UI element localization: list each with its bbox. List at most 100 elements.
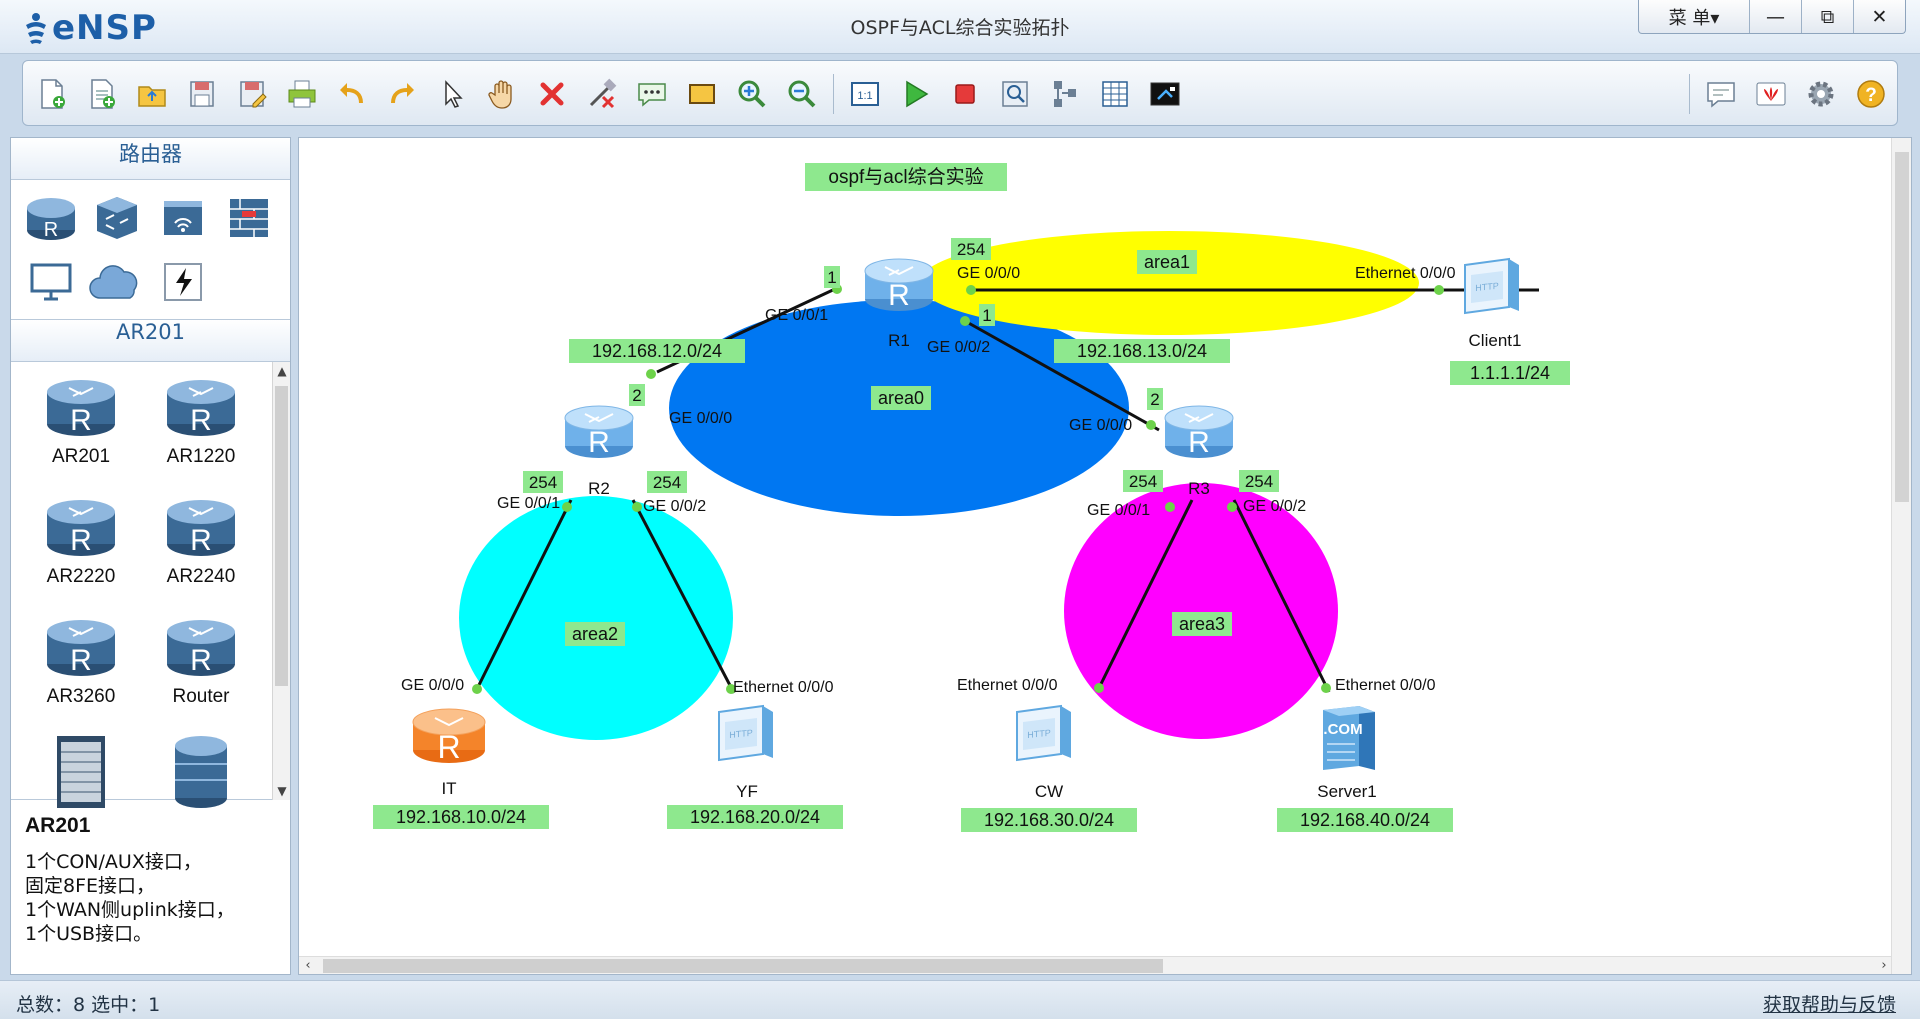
area2-region[interactable] — [459, 496, 733, 740]
new-example-button[interactable] — [77, 67, 127, 121]
category-switch[interactable] — [85, 188, 149, 248]
port-dot — [966, 285, 976, 295]
stop-button[interactable] — [940, 67, 990, 121]
help-feedback-link[interactable]: 获取帮助与反馈 — [1763, 990, 1896, 1017]
menu-button[interactable]: 菜 单▾ — [1639, 0, 1749, 33]
close-button[interactable]: ✕ — [1853, 0, 1905, 33]
console-button[interactable] — [1140, 67, 1190, 121]
topology-canvas[interactable]: R HTTP — [298, 137, 1912, 975]
category-firewall[interactable] — [217, 188, 281, 248]
port-label: GE 0/0/1 — [765, 307, 828, 324]
category-pc[interactable] — [19, 252, 83, 312]
huawei-button[interactable] — [1746, 67, 1796, 121]
fit-window-icon: 1:1 — [851, 82, 879, 106]
new-file-icon — [41, 79, 65, 109]
device-ar2220[interactable]: R AR2220 — [21, 492, 141, 602]
pc-yf[interactable] — [718, 705, 774, 761]
device-chassis[interactable] — [21, 732, 141, 842]
octet-badge: 1 — [827, 268, 836, 287]
svg-text:1:1: 1:1 — [857, 90, 872, 102]
device-router[interactable]: R Router — [141, 612, 261, 722]
open-folder-icon — [138, 86, 166, 107]
stop-icon — [955, 84, 975, 104]
svg-text:R: R — [70, 644, 92, 677]
scroll-thumb[interactable] — [275, 386, 288, 686]
delete-link-button[interactable] — [577, 67, 627, 121]
scroll-down-arrow-icon[interactable]: ▼ — [273, 782, 291, 800]
router-r2[interactable] — [564, 405, 634, 460]
canvas-vertical-scrollbar[interactable] — [1891, 138, 1911, 974]
status-bar: 总数：8 选中：1 获取帮助与反馈 — [0, 980, 1920, 1019]
text-button[interactable] — [627, 67, 677, 121]
server-com-icon: .COM — [1323, 721, 1362, 738]
chat-icon — [1707, 82, 1735, 108]
category-router[interactable]: R — [19, 188, 83, 248]
pc-cw[interactable] — [1016, 705, 1072, 761]
network-label: 192.168.10.0/24 — [396, 807, 526, 827]
device-ar201[interactable]: R AR201 — [21, 372, 141, 482]
redo-button[interactable] — [377, 67, 427, 121]
device-ar1220[interactable]: R AR1220 — [141, 372, 261, 482]
new-topology-button[interactable] — [27, 67, 77, 121]
undo-button[interactable] — [327, 67, 377, 121]
zoom-in-button[interactable] — [727, 67, 777, 121]
router-it[interactable]: R — [412, 708, 486, 765]
router-icon: R — [47, 620, 115, 677]
port-label: GE 0/0/0 — [1069, 417, 1132, 434]
port-label: GE 0/0/0 — [401, 677, 464, 694]
device-ar2240[interactable]: R AR2240 — [141, 492, 261, 602]
save-as-button[interactable] — [227, 67, 277, 121]
toolbar-group-right: ? — [1683, 67, 1896, 121]
category-wireless[interactable] — [151, 188, 215, 248]
minimize-button[interactable]: — — [1749, 0, 1801, 33]
router-r1[interactable] — [864, 258, 934, 313]
area3-region[interactable] — [1064, 483, 1338, 739]
device-label: AR1220 — [166, 446, 236, 467]
port-label: GE 0/0/2 — [643, 498, 706, 515]
save-button[interactable] — [177, 67, 227, 121]
device-ne-router[interactable] — [141, 732, 261, 842]
settings-button[interactable] — [1796, 67, 1846, 121]
topology-title[interactable]: ospf与acl综合实验 — [828, 166, 983, 188]
open-button[interactable] — [127, 67, 177, 121]
select-button[interactable] — [427, 67, 477, 121]
start-button[interactable] — [890, 67, 940, 121]
zoom-out-button[interactable] — [777, 67, 827, 121]
vertical-scroll-thumb[interactable] — [1895, 152, 1909, 502]
gear-icon — [1808, 81, 1834, 107]
device-list-scrollbar[interactable]: ▲ ▼ — [272, 362, 290, 800]
description-line: 1个WAN侧uplink接口， — [25, 899, 235, 921]
svg-text:R: R — [70, 404, 92, 437]
port-dot — [632, 502, 642, 512]
fit-button[interactable]: 1:1 — [840, 67, 890, 121]
chat-button[interactable] — [1696, 67, 1746, 121]
device-ar3260[interactable]: R AR3260 — [21, 612, 141, 722]
category-other[interactable] — [151, 252, 215, 312]
scroll-up-arrow-icon[interactable]: ▲ — [273, 362, 291, 380]
topology-diagram: R HTTP — [373, 163, 1570, 832]
shape-button[interactable] — [677, 67, 727, 121]
delete-button[interactable] — [527, 67, 577, 121]
capture-button[interactable] — [990, 67, 1040, 121]
firewall-icon — [230, 199, 268, 237]
console-icon — [1150, 82, 1180, 106]
category-cloud[interactable] — [85, 252, 149, 312]
topology-button[interactable] — [1040, 67, 1090, 121]
help-button[interactable]: ? — [1846, 67, 1896, 121]
client-icon — [1464, 258, 1520, 314]
pan-button[interactable] — [477, 67, 527, 121]
router-r3[interactable] — [1164, 405, 1234, 460]
print-icon — [288, 80, 316, 108]
octet-badge: 254 — [1129, 472, 1157, 491]
scroll-left-arrow-icon[interactable]: ‹ — [299, 957, 317, 974]
client-client1[interactable] — [1464, 258, 1520, 314]
server-server1[interactable]: .COM — [1323, 706, 1375, 770]
horizontal-scroll-thumb[interactable] — [323, 959, 1163, 973]
device-list: R AR201 R AR1220 R AR2220 R AR2240 R AR3… — [11, 362, 290, 808]
window-controls: 菜 单▾ — ⧉ ✕ — [1638, 0, 1906, 34]
canvas-horizontal-scrollbar[interactable]: ‹ › — [299, 956, 1893, 974]
print-button[interactable] — [277, 67, 327, 121]
router-icon: R — [47, 500, 115, 557]
grid-button[interactable] — [1090, 67, 1140, 121]
maximize-button[interactable]: ⧉ — [1801, 0, 1853, 33]
